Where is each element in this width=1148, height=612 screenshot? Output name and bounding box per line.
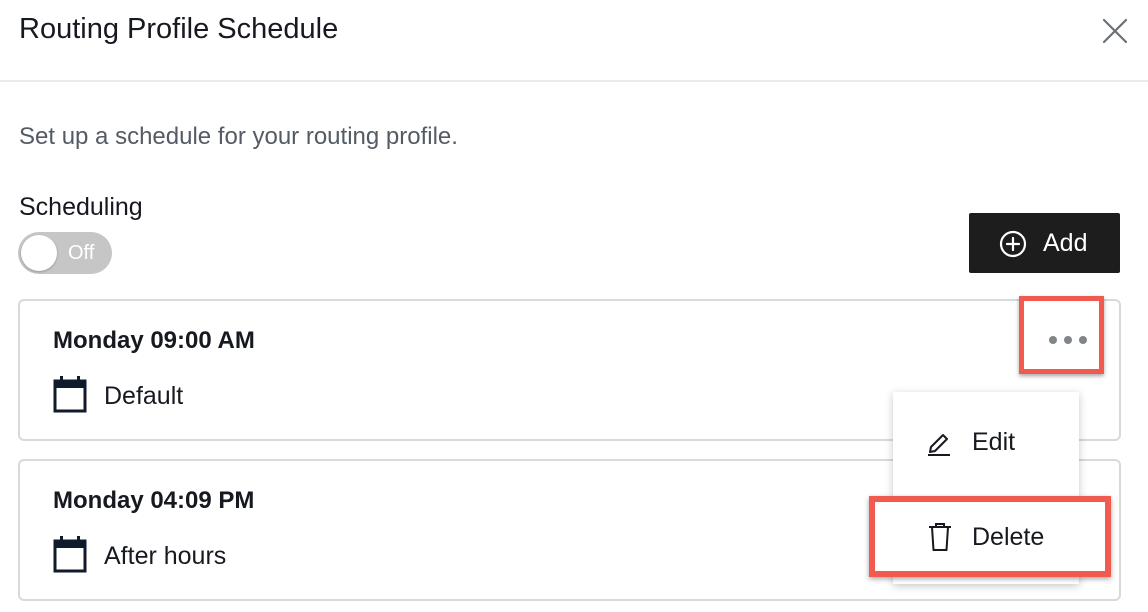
pencil-icon	[928, 434, 950, 456]
edit-label: Edit	[972, 428, 1016, 456]
ellipsis-icon	[1049, 336, 1087, 344]
edit-menu-item[interactable]: Edit	[893, 414, 1079, 470]
schedule-name: After hours	[104, 542, 227, 570]
close-icon	[1102, 18, 1128, 44]
more-actions-button[interactable]	[1019, 296, 1104, 374]
toggle-knob	[21, 235, 57, 271]
modal-title: Routing Profile Schedule	[19, 13, 339, 45]
calendar-icon	[53, 376, 87, 413]
add-button-label: Add	[1043, 229, 1088, 257]
calendar-icon	[53, 536, 87, 573]
add-circle-icon	[999, 230, 1027, 258]
scheduling-toggle[interactable]: Off	[18, 232, 112, 274]
toggle-state-text: Off	[68, 242, 95, 264]
close-button[interactable]	[1098, 14, 1132, 48]
routing-profile-schedule-modal: Routing Profile Schedule Set up a schedu…	[0, 0, 1148, 612]
modal-description: Set up a schedule for your routing profi…	[19, 123, 458, 150]
schedule-name: Default	[104, 382, 184, 410]
add-schedule-button[interactable]: Add	[969, 213, 1120, 273]
trash-icon	[929, 523, 951, 551]
schedule-time: Monday 04:09 PM	[53, 487, 255, 514]
delete-label: Delete	[972, 523, 1045, 551]
scheduling-label: Scheduling	[19, 193, 143, 221]
schedule-time: Monday 09:00 AM	[53, 327, 255, 354]
delete-menu-item[interactable]: Delete	[869, 496, 1111, 577]
modal-header: Routing Profile Schedule	[0, 0, 1148, 82]
